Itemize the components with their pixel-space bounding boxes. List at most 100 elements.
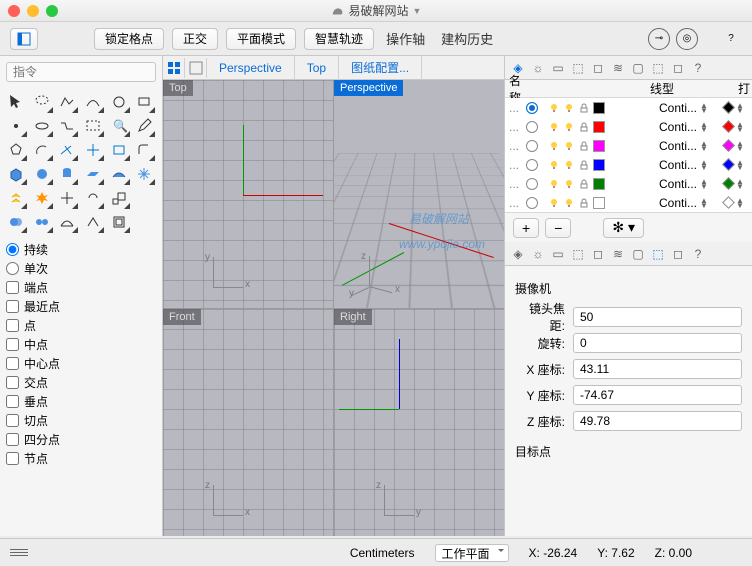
osnap-tan-check[interactable]	[6, 414, 19, 427]
box-tool[interactable]	[4, 162, 28, 186]
screen-icon[interactable]: ⬚	[649, 59, 667, 77]
polygon-tool[interactable]	[4, 138, 28, 162]
linetype-label[interactable]: Conti...	[659, 196, 697, 210]
layers2-icon[interactable]: ◈	[509, 245, 527, 263]
layer-current-radio[interactable]	[526, 102, 538, 114]
bulb2-icon[interactable]	[563, 178, 575, 190]
viewport-top[interactable]: Top xy	[163, 80, 333, 308]
help2-icon[interactable]: ?	[689, 245, 707, 263]
status-units[interactable]: Centimeters	[350, 546, 415, 560]
screen2-icon[interactable]: ⬚	[649, 245, 667, 263]
doc-icon[interactable]: ▭	[549, 59, 567, 77]
close-button[interactable]	[8, 5, 20, 17]
chevron-down-icon[interactable]: ▼	[413, 6, 422, 16]
osnap-persist-radio[interactable]	[6, 243, 19, 256]
help-icon[interactable]: ?	[689, 59, 707, 77]
linetype-label[interactable]: Conti...	[659, 158, 697, 172]
target-icon[interactable]: ◎	[676, 28, 698, 50]
tab-top[interactable]: Top	[295, 56, 339, 80]
pointer-tool[interactable]	[4, 90, 28, 114]
bulb-icon[interactable]	[548, 140, 560, 152]
color-swatch[interactable]	[593, 197, 605, 209]
y-input[interactable]	[573, 385, 742, 405]
panel-icon[interactable]: ◻	[669, 59, 687, 77]
osnap-mid-check[interactable]	[6, 338, 19, 351]
sidebar-toggle-button[interactable]	[10, 28, 38, 50]
layer-row[interactable]: ... Conti... ▲▼ ▲▼	[505, 98, 752, 117]
circle-tool[interactable]	[107, 90, 131, 114]
cplane-select[interactable]: 工作平面	[435, 544, 509, 562]
cylinder-tool[interactable]	[55, 162, 79, 186]
layer-row[interactable]: ... Conti... ▲▼ ▲▼	[505, 117, 752, 136]
split-tool[interactable]	[81, 138, 105, 162]
layer-current-radio[interactable]	[526, 121, 538, 133]
stepper-icon[interactable]: ▲▼	[700, 103, 712, 113]
group-tool[interactable]	[30, 210, 54, 234]
osnap-knot-check[interactable]	[6, 452, 19, 465]
move-tool[interactable]	[55, 186, 79, 210]
focal-input[interactable]	[573, 307, 742, 327]
viewport-front[interactable]: Front xz	[163, 309, 333, 537]
layer-options-button[interactable]: ✻ ▾	[603, 218, 644, 238]
bulb2-icon[interactable]	[563, 197, 575, 209]
linetype-label[interactable]: Conti...	[659, 177, 697, 191]
viewport-perspective[interactable]: Perspective zxy 易破解网站 www.ypojie.com	[334, 80, 504, 308]
stepper-icon[interactable]: ▲▼	[700, 160, 712, 170]
smarttrack-button[interactable]: 智慧轨迹	[304, 28, 374, 50]
osnap-near-check[interactable]	[6, 300, 19, 313]
linetype-label[interactable]: Conti...	[659, 101, 697, 115]
menu-icon[interactable]	[10, 549, 28, 556]
explode-tool[interactable]	[30, 186, 54, 210]
bulb2-icon[interactable]	[563, 121, 575, 133]
layer-current-radio[interactable]	[526, 197, 538, 209]
display-icon[interactable]: ▢	[629, 59, 647, 77]
ortho-button[interactable]: 正交	[172, 28, 218, 50]
layer-current-radio[interactable]	[526, 178, 538, 190]
help-icon[interactable]: ?	[720, 28, 742, 50]
doc2-icon[interactable]: ▭	[549, 245, 567, 263]
fillet-tool[interactable]	[132, 138, 156, 162]
surface-tool[interactable]	[107, 162, 131, 186]
color-swatch[interactable]	[593, 102, 605, 114]
sun-icon[interactable]: ☼	[529, 59, 547, 77]
sphere-tool[interactable]	[30, 162, 54, 186]
contour-tool[interactable]	[55, 114, 79, 138]
rotate-tool[interactable]	[81, 186, 105, 210]
lock-icon[interactable]	[578, 159, 590, 171]
gumball-label[interactable]: 操作轴	[382, 29, 429, 48]
osnap-end-check[interactable]	[6, 281, 19, 294]
array-tool[interactable]	[81, 210, 105, 234]
lock-icon[interactable]	[578, 102, 590, 114]
selection-tool[interactable]	[81, 114, 105, 138]
minimize-button[interactable]	[27, 5, 39, 17]
planar-button[interactable]: 平面模式	[226, 28, 296, 50]
layer-row[interactable]: ... Conti... ▲▼ ▲▼	[505, 155, 752, 174]
polyline-tool[interactable]	[55, 90, 79, 114]
boolean-tool[interactable]	[4, 210, 28, 234]
display2-icon[interactable]: ▢	[629, 245, 647, 263]
bulb-icon[interactable]	[548, 197, 560, 209]
key-icon[interactable]: ⊸	[648, 28, 670, 50]
color-swatch[interactable]	[593, 121, 605, 133]
rect-tool[interactable]	[132, 90, 156, 114]
scale-tool[interactable]	[107, 186, 131, 210]
color-swatch[interactable]	[593, 140, 605, 152]
linetype-label[interactable]: Conti...	[659, 120, 697, 134]
arc-tool[interactable]	[30, 138, 54, 162]
print-diamond[interactable]	[722, 196, 735, 209]
render2-icon[interactable]: ≋	[609, 245, 627, 263]
ellipse-tool[interactable]	[30, 114, 54, 138]
bulb-icon[interactable]	[548, 159, 560, 171]
osnap-quad-check[interactable]	[6, 433, 19, 446]
render-icon[interactable]: ≋	[609, 59, 627, 77]
mesh-tool[interactable]	[132, 162, 156, 186]
edit-tool[interactable]	[132, 114, 156, 138]
bulb2-icon[interactable]	[563, 102, 575, 114]
command-input[interactable]	[6, 62, 156, 82]
lock-icon[interactable]	[578, 178, 590, 190]
cube2-icon[interactable]: ⬚	[569, 245, 587, 263]
vp-single-icon[interactable]	[185, 58, 207, 78]
rot-input[interactable]	[573, 333, 742, 353]
stepper2-icon[interactable]: ▲▼	[736, 160, 748, 170]
layer-row[interactable]: ... Conti... ▲▼ ▲▼	[505, 136, 752, 155]
